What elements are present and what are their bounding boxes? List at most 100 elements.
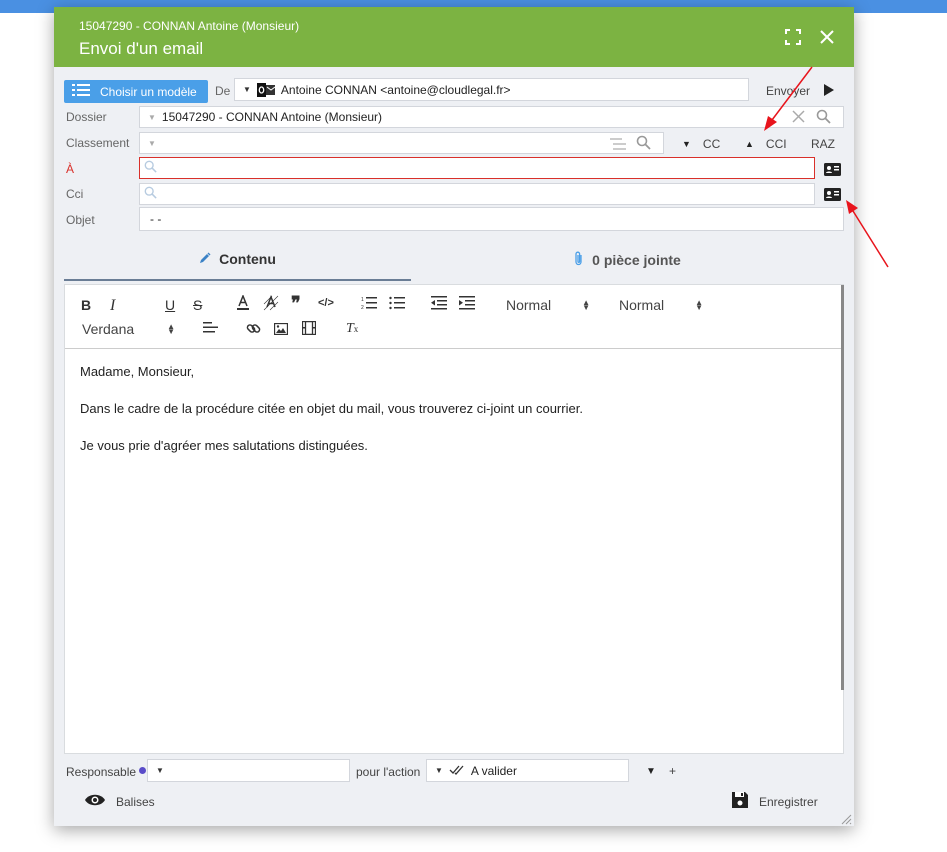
to-input[interactable] (139, 157, 815, 179)
align-icon[interactable] (203, 321, 218, 337)
action-select[interactable]: ▼ A valider (426, 759, 629, 782)
image-icon[interactable] (273, 322, 289, 338)
dropdown-arrow-icon: ▼ (243, 85, 251, 94)
from-label: De (215, 84, 231, 98)
header-style-value: Normal (506, 297, 552, 313)
from-value: Antoine CONNAN <antoine@cloudlegal.fr> (280, 82, 511, 97)
bullet-list-icon[interactable] (389, 296, 405, 313)
italic-icon[interactable]: I (110, 297, 115, 315)
add-action-button[interactable]: + (669, 764, 676, 778)
cc-label: CC (702, 137, 721, 151)
code-block-icon[interactable]: </> (318, 297, 334, 309)
tags-label: Balises (116, 794, 155, 809)
send-button[interactable]: Envoyer (766, 84, 810, 98)
search-icon (144, 160, 157, 176)
dossier-label: Dossier (66, 110, 107, 124)
editor-scrollbar[interactable] (841, 285, 844, 690)
outlook-icon (256, 82, 276, 97)
paragraph: Dans le cadre de la procédure citée en o… (80, 401, 583, 416)
cci-label: CCI (765, 137, 787, 151)
search-icon (144, 186, 157, 202)
dropdown-arrow-icon: ▼ (148, 138, 156, 148)
dropdown-arrow-icon: ▼ (156, 766, 164, 775)
updown-icon: ▲ ▼ (167, 322, 175, 336)
underline-icon[interactable]: U (165, 297, 175, 313)
ordered-list-icon[interactable]: 12 (361, 296, 377, 313)
cci-toggle[interactable]: ▲ CCI (745, 137, 787, 151)
size-style-select[interactable]: Normal ▲ ▼ (619, 297, 703, 313)
action-dropdown-icon[interactable]: ▼ (646, 766, 656, 777)
clear-format-icon[interactable]: Tx (346, 321, 358, 337)
bcc-label: Cci (66, 187, 84, 201)
send-play-icon[interactable] (822, 83, 836, 97)
strike-icon[interactable]: S (193, 297, 202, 313)
paragraph: Madame, Monsieur, (80, 364, 195, 379)
paperclip-icon (574, 251, 584, 269)
header-style-select[interactable]: Normal ▲ ▼ (506, 297, 590, 313)
raz-button[interactable]: RAZ (811, 137, 835, 151)
tags-button[interactable]: Balises (84, 793, 155, 810)
svg-text:1: 1 (361, 297, 364, 303)
caret-down-icon: ▼ (682, 139, 691, 149)
info-icon (139, 767, 146, 774)
bold-icon[interactable]: B (81, 297, 91, 313)
list-icon (72, 84, 90, 99)
responsible-label: Responsable (66, 765, 137, 779)
tree-icon[interactable] (610, 138, 626, 153)
editor-body[interactable]: Madame, Monsieur, Dans le cadre de la pr… (80, 365, 583, 476)
save-button[interactable]: Enregistrer (731, 791, 818, 812)
raz-label: RAZ (811, 137, 835, 151)
dossier-select[interactable]: ▼ 15047290 - CONNAN Antoine (Monsieur) (139, 106, 844, 128)
choose-template-button[interactable]: Choisir un modèle (64, 80, 208, 103)
responsible-select[interactable]: ▼ (147, 759, 350, 782)
dialog-subtitle: 15047290 - CONNAN Antoine (Monsieur) (79, 19, 300, 33)
subject-input[interactable]: - - (139, 207, 844, 231)
font-select[interactable]: Verdana ▲ ▼ (82, 321, 175, 337)
from-select[interactable]: ▼ Antoine CONNAN <antoine@cloudlegal.fr> (234, 78, 749, 101)
to-label: À (66, 162, 75, 176)
indent-icon[interactable] (459, 296, 475, 313)
size-style-value: Normal (619, 297, 665, 313)
classement-label: Classement (66, 136, 130, 150)
contact-card-icon[interactable] (824, 188, 841, 201)
double-check-icon (449, 764, 465, 778)
search-icon[interactable] (816, 109, 831, 127)
background-color-icon[interactable] (263, 294, 279, 314)
subject-label: Objet (66, 213, 95, 227)
contact-card-icon[interactable] (824, 163, 841, 176)
fullscreen-icon[interactable] (780, 24, 806, 50)
dossier-value: 15047290 - CONNAN Antoine (Monsieur) (161, 110, 383, 124)
updown-icon: ▲ ▼ (695, 298, 703, 312)
pencil-icon (199, 251, 211, 267)
close-icon[interactable] (814, 24, 840, 50)
eye-icon (84, 793, 106, 810)
font-value: Verdana (82, 321, 135, 337)
editor-toolbar: B I U S ❞ </> 12 Normal ▲ ▼ Normal ▲ ▼ V… (65, 285, 842, 349)
dialog-header: 15047290 - CONNAN Antoine (Monsieur) Env… (54, 7, 854, 67)
resize-grip-icon[interactable] (840, 813, 852, 828)
email-dialog: 15047290 - CONNAN Antoine (Monsieur) Env… (54, 7, 854, 826)
search-icon[interactable] (636, 135, 651, 153)
choose-template-label: Choisir un modèle (100, 84, 197, 99)
floppy-icon (731, 791, 749, 812)
text-color-icon[interactable] (236, 293, 250, 314)
clear-icon[interactable] (792, 110, 805, 126)
tab-attachments[interactable]: 0 pièce jointe (411, 239, 844, 281)
bcc-input[interactable] (139, 183, 815, 205)
cc-toggle[interactable]: ▼ CC (682, 137, 720, 151)
action-value: A valider (470, 763, 517, 778)
classement-select[interactable]: ▼ (139, 132, 664, 154)
rich-text-editor: B I U S ❞ </> 12 Normal ▲ ▼ Normal ▲ ▼ V… (64, 284, 844, 754)
tab-content[interactable]: Contenu (64, 239, 411, 281)
caret-up-icon: ▲ (745, 139, 754, 149)
video-icon[interactable] (301, 320, 317, 338)
tab-attachments-label: 0 pièce jointe (592, 252, 681, 268)
updown-icon: ▲ ▼ (582, 298, 590, 312)
dialog-title: Envoi d'un email (79, 39, 204, 58)
blockquote-icon[interactable]: ❞ (291, 293, 301, 314)
paragraph: Je vous prie d'agréer mes salutations di… (80, 438, 368, 453)
outdent-icon[interactable] (431, 296, 447, 313)
svg-text:2: 2 (361, 305, 364, 310)
action-label: pour l'action (356, 765, 421, 779)
link-icon[interactable] (246, 321, 261, 339)
